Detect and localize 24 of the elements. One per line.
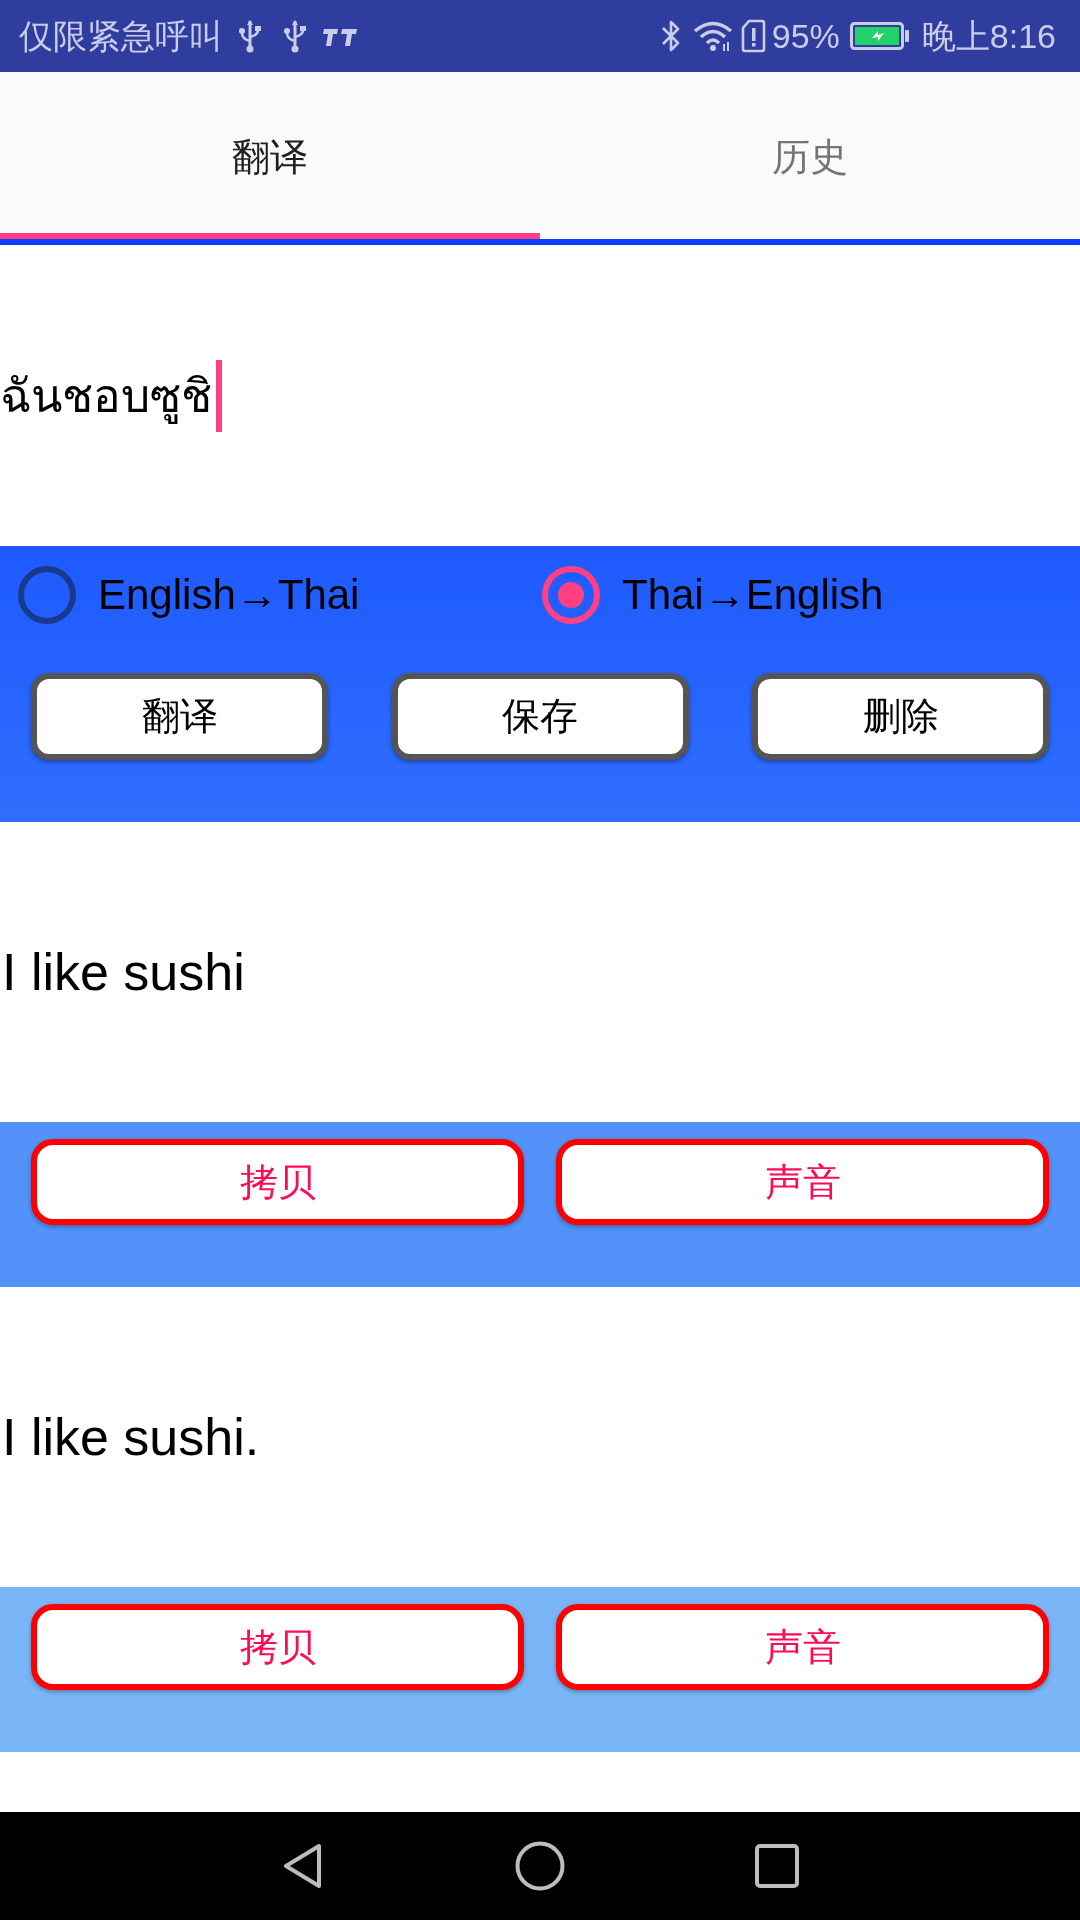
battery-icon (849, 22, 910, 50)
radio-option[interactable]: English→Thai (18, 566, 542, 624)
result-button[interactable]: 声音 (556, 1139, 1049, 1225)
translation-text: I like sushi. (1, 1407, 260, 1467)
battery-percent: 95% (771, 19, 840, 53)
action-button[interactable]: 翻译 (31, 673, 328, 760)
translation-text: I like sushi (1, 942, 245, 1002)
clock-time: 晚上8:16 (921, 19, 1056, 53)
sim-alert-icon (740, 19, 766, 53)
input-field[interactable]: ฉันชอบซูชิ (0, 335, 1080, 456)
carrier-status-text: 仅限紧急呼叫 (19, 19, 223, 53)
action-button[interactable]: 保存 (391, 673, 689, 760)
tab[interactable]: 历史 (540, 72, 1080, 239)
result-button[interactable]: 拷贝 (31, 1604, 524, 1690)
result-button[interactable]: 拷贝 (31, 1139, 524, 1225)
bluetooth-icon (659, 19, 682, 53)
home-icon[interactable] (515, 1841, 565, 1891)
action-button[interactable]: 删除 (752, 673, 1049, 760)
result-button[interactable]: 声音 (556, 1604, 1049, 1690)
usb-icon (283, 19, 307, 53)
recent-apps-icon[interactable] (755, 1844, 799, 1888)
radio-option[interactable]: Thai→English (542, 566, 1066, 624)
wifi-icon (692, 20, 733, 52)
usb-icon (238, 19, 262, 53)
